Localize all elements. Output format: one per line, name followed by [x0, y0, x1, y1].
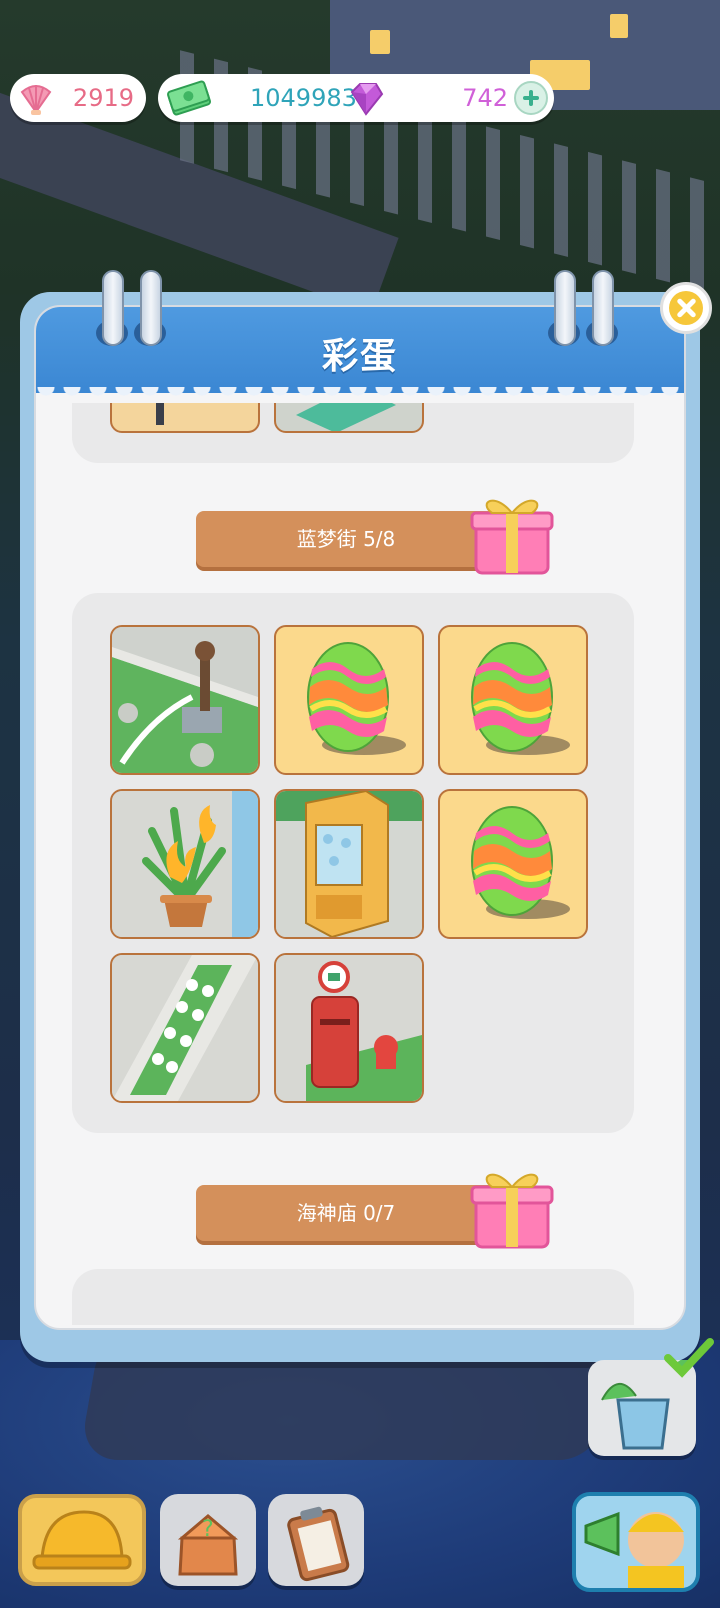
previous-group [72, 403, 634, 463]
tile-hidden-egg[interactable] [274, 625, 424, 775]
binder-ring [140, 270, 162, 346]
binder-ring [554, 270, 576, 346]
binder-ring [592, 270, 614, 346]
shell-currency[interactable]: 2919 [10, 74, 146, 122]
easter-egg-panel: 彩蛋 蓝梦街 5/8 海神庙 0/7 [34, 305, 686, 1330]
shell-icon [20, 85, 52, 115]
cash-gem-bar: 1049983 742 [158, 74, 554, 122]
section-label[interactable]: 蓝梦街 5/8 [196, 511, 496, 567]
previous-tile[interactable] [110, 403, 260, 433]
next-group [72, 1269, 634, 1325]
shell-count: 2919 [72, 84, 134, 112]
cash-count: 1049983 [250, 84, 357, 112]
svg-text:?: ? [202, 1517, 214, 1542]
gem-count: 742 [462, 84, 508, 112]
tile-water-pump[interactable] [110, 625, 260, 775]
toolbox-icon: ? [177, 1514, 239, 1576]
hard-hat-icon [32, 1510, 132, 1570]
gift-reward-icon[interactable] [464, 489, 560, 577]
toolbox-button[interactable]: ? [160, 1494, 256, 1586]
cash-icon [167, 80, 211, 116]
clipboard-button[interactable] [268, 1494, 364, 1586]
collection-scroll-area[interactable]: 蓝梦街 5/8 海神庙 0/7 [36, 403, 684, 1325]
tile-burning-plant[interactable] [110, 789, 260, 939]
add-gems-button[interactable] [514, 81, 548, 115]
advisor-button[interactable] [572, 1492, 700, 1592]
close-icon [669, 291, 703, 325]
tile-hidden-egg[interactable] [438, 625, 588, 775]
tile-flower-bed[interactable] [110, 953, 260, 1103]
section-label[interactable]: 海神庙 0/7 [196, 1185, 496, 1241]
megaphone-character-icon [576, 1496, 696, 1588]
collection-group [72, 593, 634, 1133]
tile-mailbox-hydrant[interactable] [274, 953, 424, 1103]
tile-hidden-egg[interactable] [438, 789, 588, 939]
tile-vending-machine[interactable] [274, 789, 424, 939]
close-button[interactable] [660, 282, 712, 334]
gift-reward-icon[interactable] [464, 1163, 560, 1251]
previous-tile[interactable] [274, 403, 424, 433]
build-button[interactable] [18, 1494, 146, 1586]
clipboard-icon [287, 1506, 350, 1582]
panel-header: 彩蛋 [36, 307, 684, 401]
check-icon [664, 1338, 714, 1378]
binder-ring [102, 270, 124, 346]
gem-icon [350, 83, 384, 116]
